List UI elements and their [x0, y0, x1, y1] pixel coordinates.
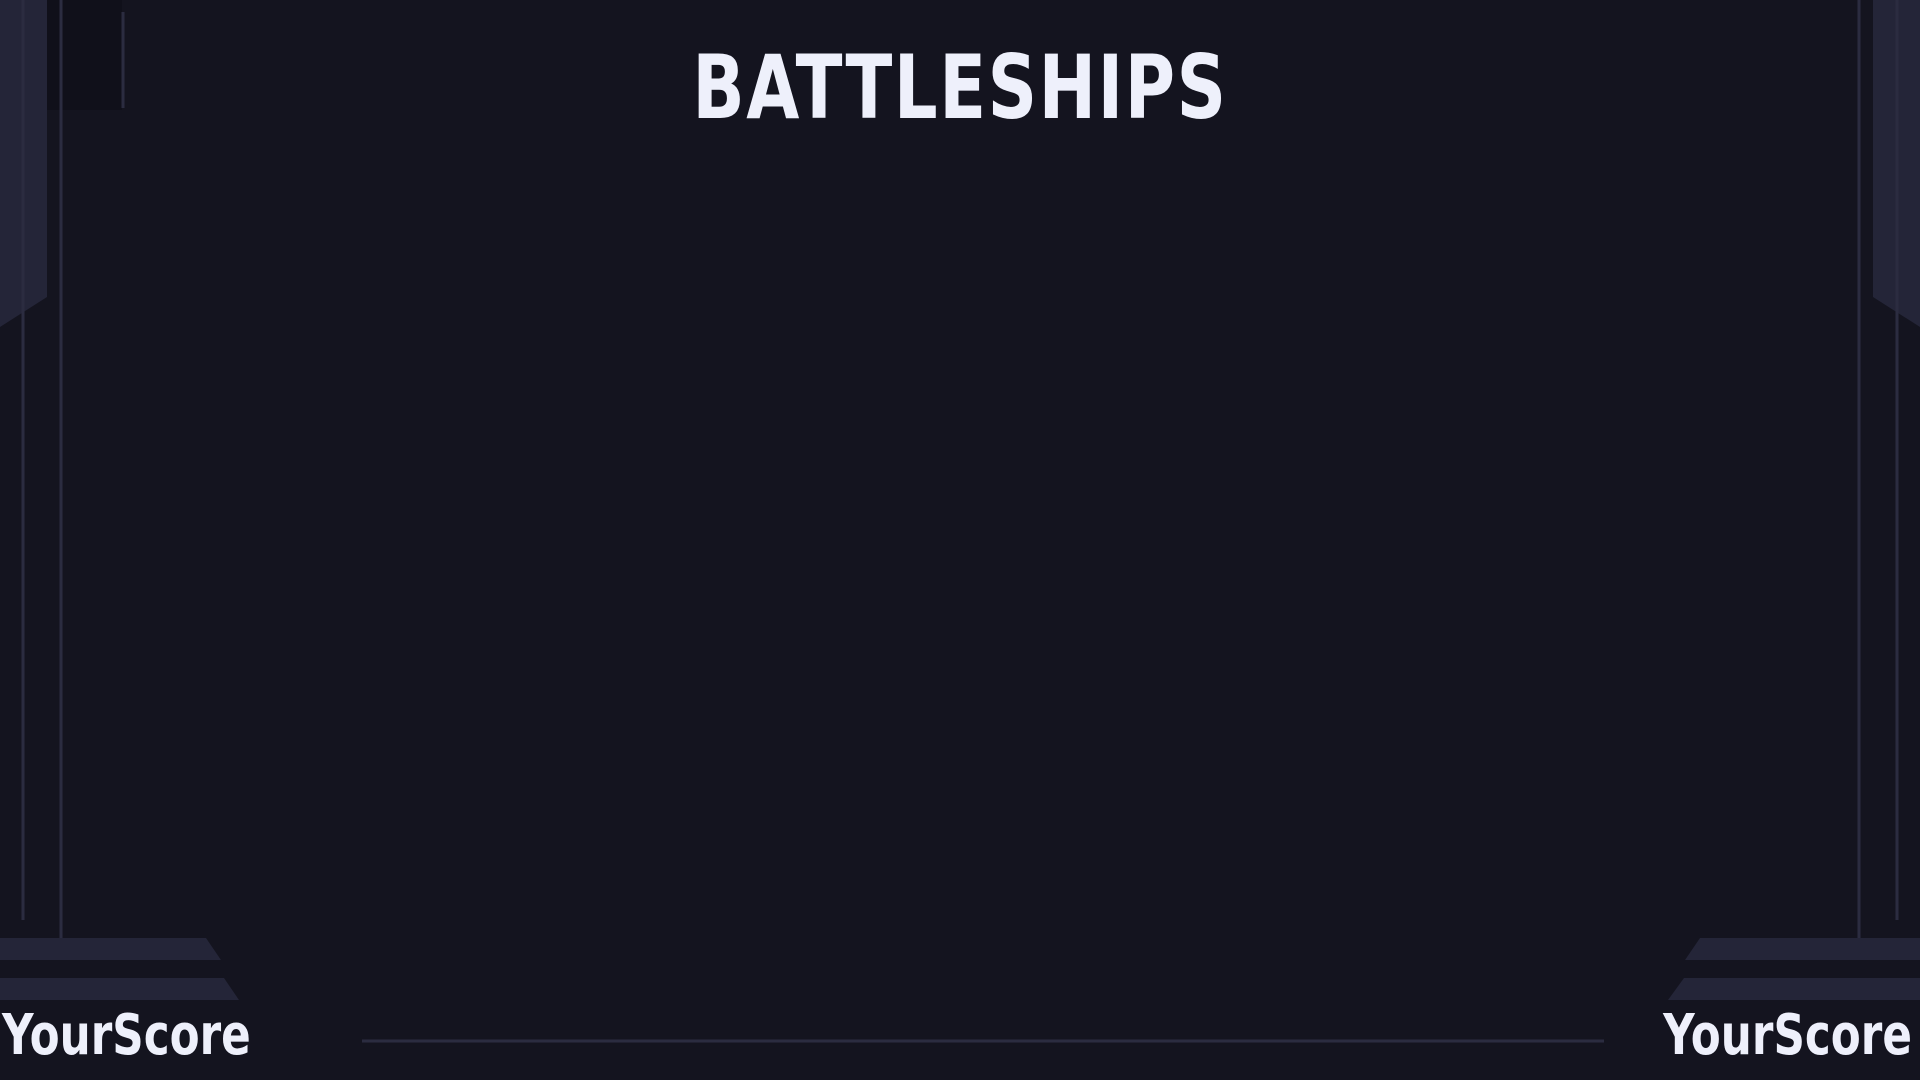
left-stripe-1 [0, 938, 221, 960]
left-score-label: YourScore [2, 1003, 251, 1068]
left-stripe-2 [0, 978, 239, 1000]
right-stripe-2 [1668, 978, 1920, 1000]
game-title: BATTLESHIPS [692, 36, 1228, 139]
right-stripe-1 [1685, 938, 1920, 960]
hud-frame [0, 0, 1920, 1043]
game-screen: BATTLESHIPS YourScore YourScore [0, 0, 1920, 1080]
right-score-label: YourScore [1663, 1003, 1912, 1068]
